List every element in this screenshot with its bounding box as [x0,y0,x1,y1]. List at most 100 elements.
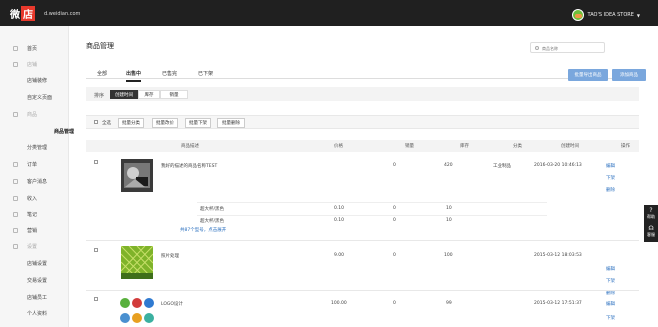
sidebar-item-staff[interactable]: 店铺员工 [0,291,69,303]
row-divider [86,290,639,291]
product-name[interactable]: 照片处理 [161,253,179,259]
sidebar-item-profile[interactable]: 个人资料 [0,307,69,319]
sidebar-label: 自定义页面 [27,94,53,101]
product-thumbnail[interactable] [119,296,155,327]
store-menu[interactable]: TAO'S IDEA STORE ▼ [571,9,640,21]
product-created: 2015-03-12 17:51:37 [534,301,582,306]
batch-category-button[interactable]: 批量分类 [118,118,144,128]
product-sales: 0 [393,301,396,306]
page-title: 商品管理 [86,42,114,50]
row-checkbox[interactable] [94,297,98,301]
sidebar-label: 设置 [27,243,38,250]
sku-price: 0.10 [334,206,345,211]
select-all-checkbox[interactable] [94,120,98,124]
sku-divider [197,202,547,203]
sku-sales: 0 [393,206,396,211]
sort-label: 排序 [94,93,105,99]
product-sales: 0 [393,163,396,168]
search-icon [535,46,539,50]
batch-offshelf-button[interactable]: 批量下架 [185,118,211,128]
product-thumbnail[interactable] [120,245,154,280]
search-input[interactable] [542,44,602,52]
product-thumbnail[interactable] [121,159,153,192]
expand-skus-link[interactable]: 共87个型号，点击展开 [180,227,226,233]
product-name[interactable]: LOGO设计 [161,301,183,307]
row-checkbox[interactable] [94,160,98,164]
gear-icon [13,243,18,249]
delete-link[interactable]: 删除 [606,187,615,193]
tab-off-shelf[interactable]: 已下架 [198,70,213,77]
product-category: 工业制品 [493,164,511,169]
sku-divider [197,215,547,216]
header-operations: 操作 [621,144,630,149]
marketing-icon [13,227,18,233]
sidebar-item-category-management[interactable]: 分类管理 [0,141,69,153]
chevron-down-icon: ▼ [636,12,640,18]
main-content: 商品管理 全部 出售中 已售完 已下架 批量导出商品 添加商品 排序 创建时间 … [70,26,658,327]
sidebar-item-store-settings[interactable]: 店铺设置 [0,257,69,269]
logo-badge: 店 [21,6,35,21]
sidebar-label: 个人资料 [27,310,48,317]
sidebar-group-settings[interactable]: 设置 [0,240,69,252]
sidebar-item-home[interactable]: 首页 [0,42,69,54]
batch-action-bar: 全选 批量分类 批量改价 批量下架 批量删除 [86,115,639,129]
sidebar-group-product[interactable]: 商品 [0,108,69,120]
order-icon [13,161,18,167]
product-name[interactable]: 我好的描述的商品名称TEST [161,163,217,169]
sku-name: 超大杯/黑色 [200,219,225,224]
service-label: 客服 [647,232,655,237]
product-created: 2016-03-20 10:46:13 [534,163,582,168]
header-category: 分类 [513,144,522,149]
edit-link[interactable]: 编辑 [606,301,615,307]
home-icon [13,45,18,51]
row-divider [86,240,639,241]
add-product-button[interactable]: 添加商品 [612,69,646,81]
sku-price: 0.10 [334,218,345,223]
sort-stock-button[interactable]: 库存 [138,90,160,99]
sku-sales: 0 [393,218,396,223]
edit-link[interactable]: 编辑 [606,163,615,169]
product-created: 2015-03-12 18:03:53 [534,253,582,258]
sidebar-group-store[interactable]: 店铺 [0,58,69,70]
batch-export-button[interactable]: 批量导出商品 [568,69,608,81]
help-tool[interactable]: ? 帮助 [644,205,658,223]
sidebar-item-trade-settings[interactable]: 交易设置 [0,274,69,286]
avatar [571,9,584,21]
product-sales: 0 [393,253,396,258]
offshelf-link[interactable]: 下架 [606,175,615,181]
sku-name: 超大杯/黑色 [200,207,225,212]
help-icon: ? [649,207,653,214]
product-stock: 420 [444,163,453,168]
sidebar-label: 营销 [27,227,38,234]
sidebar-item-notes[interactable]: 笔记 [0,208,69,220]
headset-icon: ☊ [648,225,654,232]
domain-text: d.weidian.com [44,11,81,17]
edit-link[interactable]: 编辑 [606,266,615,272]
tab-all[interactable]: 全部 [97,70,107,77]
offshelf-link[interactable]: 下架 [606,315,615,321]
sidebar-item-messages[interactable]: 客户消息 [0,175,69,187]
sort-sales-button[interactable]: 销量 [160,90,188,99]
service-tool[interactable]: ☊ 客服 [644,223,658,241]
product-stock: 99 [446,301,452,306]
sidebar-item-store-decoration[interactable]: 店铺装修 [0,74,69,86]
header-price: 价格 [334,144,343,149]
tab-sold-out[interactable]: 已售完 [162,70,177,77]
logo[interactable]: 微店 [10,6,35,21]
offshelf-link[interactable]: 下架 [606,278,615,284]
status-tabs: 全部 出售中 已售完 已下架 [86,66,639,82]
sidebar-label: 订单 [27,161,38,168]
sidebar-item-custom-page[interactable]: 自定义页面 [0,91,69,103]
batch-delete-button[interactable]: 批量删除 [217,118,245,128]
sort-created-button[interactable]: 创建时间 [110,90,138,99]
product-price: 100.00 [331,301,347,306]
row-checkbox[interactable] [94,248,98,252]
header-created: 创建时间 [561,144,579,149]
batch-price-button[interactable]: 批量改价 [152,118,178,128]
sidebar-item-marketing[interactable]: 营销 [0,224,69,236]
tab-on-sale[interactable]: 出售中 [126,70,142,82]
header-description: 商品描述 [181,144,199,149]
sidebar-item-income[interactable]: 收入 [0,192,69,204]
sidebar-item-orders[interactable]: 订单 [0,158,69,170]
search-box[interactable] [530,42,605,53]
